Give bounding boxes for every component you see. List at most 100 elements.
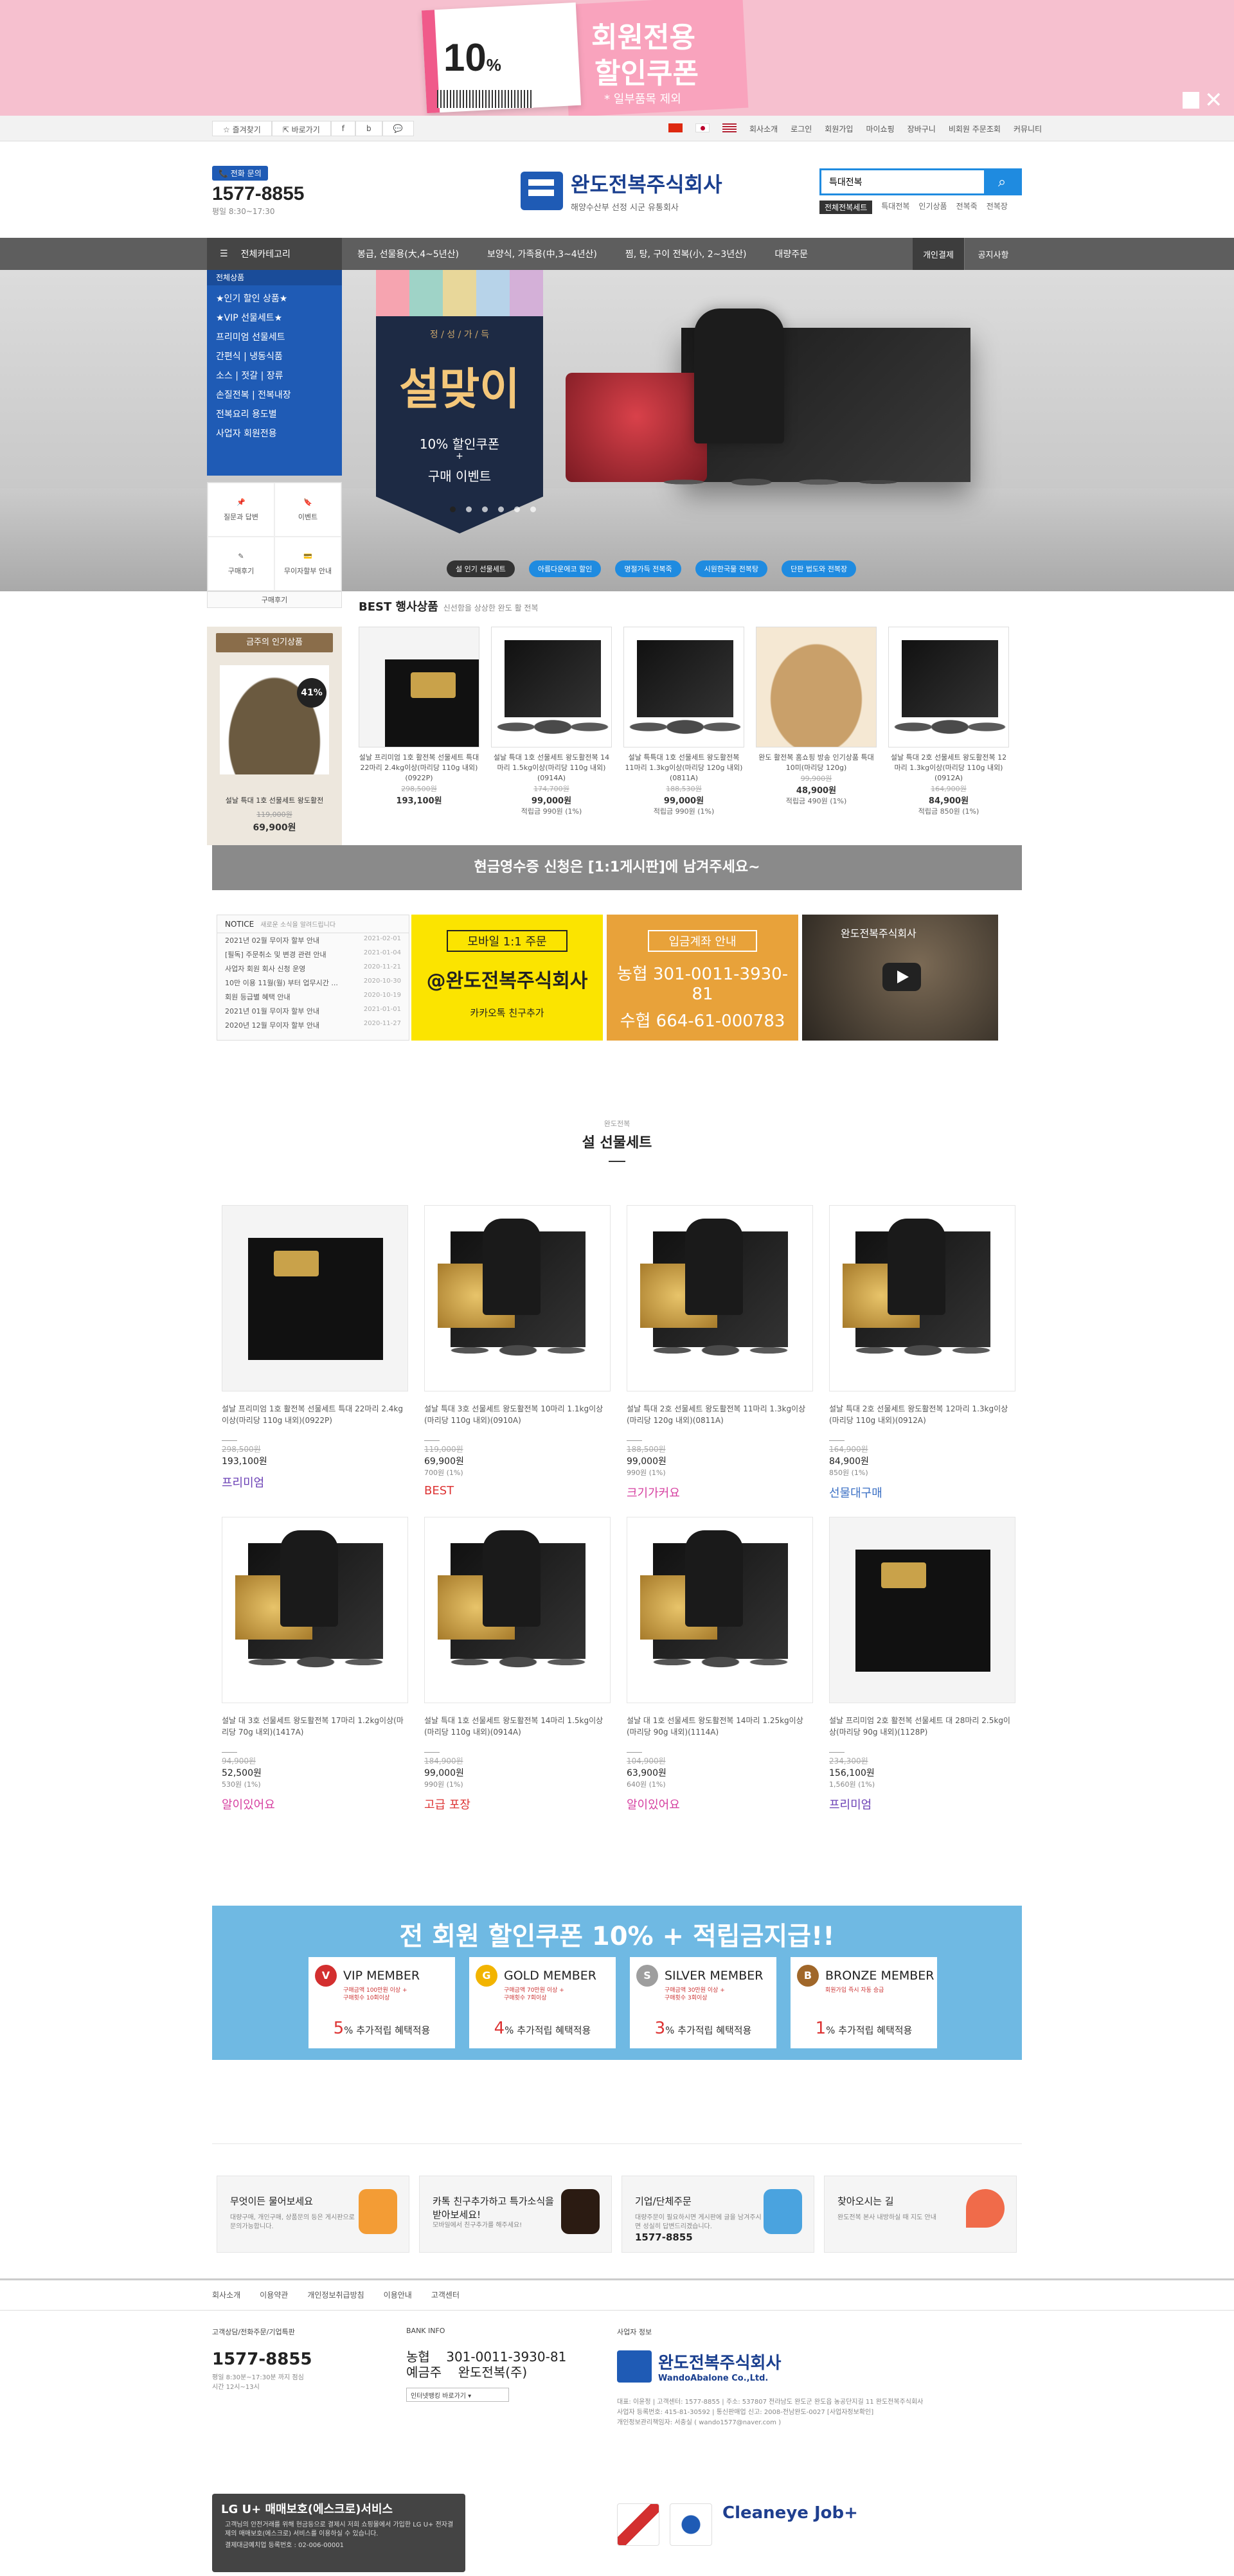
review-link[interactable]: 구매후기 — [207, 591, 342, 608]
side-menu-item[interactable]: 사업자 회원전용 — [216, 424, 333, 443]
hero-tab[interactable]: 명절가득 전복죽 — [615, 560, 681, 577]
product-card[interactable]: 설날 프리미엄 1호 활전복 선물세트 특대 22마리 2.4kg이상(마리당 … — [222, 1205, 408, 1501]
cs-box[interactable]: 기업/단체주문 대량주문이 필요하시면 게시판에 글을 남겨주시면 성실히 답변드… — [621, 2176, 814, 2253]
hero-slider[interactable]: 정 / 성 / 가 / 득 설맞이 10% 할인쿠폰 + 구매 이벤트 설 인기… — [0, 270, 1234, 591]
bank-select[interactable]: 인터넷뱅킹 바로가기 ▾ — [406, 2388, 509, 2402]
cs-box[interactable]: 무엇이든 물어보세요 대량구매, 개인구매, 상품문의 등은 게시판으로 문의가능… — [217, 2176, 409, 2253]
product-card[interactable]: 설날 특대 1호 선물세트 왕도활전복 14마리 1.5kg이상(마리당 110… — [424, 1517, 611, 1812]
all-category-button[interactable]: ☰ 전체카테고리 — [207, 238, 342, 270]
gnb-item[interactable]: 봉급, 선물용(大,4~5년산) — [357, 247, 459, 260]
best-item[interactable]: 설날 특대 2호 선물세트 왕도활전복 12마리 1.3kg이상(마리당 110… — [888, 627, 1009, 816]
personal-payment-button[interactable]: 개인결제 — [913, 238, 964, 270]
grade-desc-line: 구매금액 70만원 이상 + — [504, 1987, 564, 1994]
cs-box[interactable]: 찾아오시는 길 완도전복 본사 내방하실 때 지도 안내 — [824, 2176, 1017, 2253]
promo-banner[interactable]: 10% 회원전용 할인쿠폰 * 일부품목 제외 ✕ — [0, 0, 1234, 116]
keyword[interactable]: 전체전복세트 — [819, 201, 873, 214]
escrow-box[interactable]: LG U+ 매매보호(에스크로)서비스 고객님의 안전거래를 위해 현금등으로 … — [212, 2494, 465, 2572]
product-card[interactable]: 설날 특대 2호 선물세트 왕도활전복 12마리 1.3kg이상(마리당 110… — [829, 1205, 1015, 1501]
japan-flag-icon[interactable] — [695, 123, 710, 132]
search-input[interactable] — [821, 170, 984, 193]
slider-dot[interactable] — [482, 506, 488, 512]
slider-dot[interactable] — [514, 506, 520, 512]
product-card[interactable]: 설날 대 1호 선물세트 왕도활전복 14마리 1.25kg이상(마리당 90g… — [627, 1517, 813, 1812]
side-category: 전체상품 ★인기 할인 상품★ ★VIP 선물세트★ 프리미엄 선물세트 간편식… — [207, 270, 342, 623]
china-flag-icon[interactable] — [668, 123, 683, 132]
shortcut-button[interactable]: ⇱ 바로가기 — [271, 121, 331, 136]
keyword[interactable]: 인기상품 — [918, 201, 947, 214]
gnb-item[interactable]: 찜, 탕, 구이 전복(小, 2~3년산) — [625, 247, 747, 260]
notice-button[interactable]: 공지사항 — [964, 238, 1022, 270]
notice-row[interactable]: 10만 이용 11월(월) 부터 업무시간 ... 2020-10-30 — [217, 976, 409, 990]
link-order-lookup[interactable]: 비회원 주문조회 — [949, 123, 1001, 134]
side-menu-item[interactable]: 손질전복 | 전복내장 — [216, 386, 333, 405]
hide-today-checkbox[interactable] — [1183, 92, 1199, 109]
footer-link[interactable]: 고객센터 — [431, 2289, 460, 2300]
slider-dot[interactable] — [450, 506, 456, 512]
best-item[interactable]: 설날 특대 1호 선물세트 왕도활전복 14마리 1.5kg이상(마리당 110… — [491, 627, 612, 816]
footer-link[interactable]: 이용약관 — [260, 2289, 288, 2300]
member-coupon-banner: 전 회원 할인쿠폰 10% + 적립금지급!! V VIP MEMBER 구매금액 … — [212, 1906, 1022, 2060]
hero-tab[interactable]: 단판 법도와 전복장 — [782, 560, 857, 577]
usa-flag-icon[interactable] — [722, 123, 737, 132]
search-button[interactable]: ⌕ — [984, 170, 1020, 193]
notice-row[interactable]: 2021년 01월 무이자 할부 안내 2021-01-01 — [217, 1004, 409, 1018]
gnb-item[interactable]: 대량주문 — [775, 247, 809, 260]
weekly-hot-item[interactable]: 금주의 인기상품 41% 설날 특대 1호 선물세트 왕도활전 119,000원… — [207, 627, 342, 845]
video-player[interactable]: 완도전복주식회사 — [802, 915, 998, 1041]
kakao-icon[interactable]: 💬 — [382, 121, 414, 136]
cs-box[interactable]: 카톡 친구추가하고 특가소식을 받아보세요! 모바일에서 친구추가를 해주세요! — [419, 2176, 612, 2253]
blog-icon[interactable]: b — [355, 121, 382, 136]
best-item[interactable]: 설날 프리미엄 1호 활전복 선물세트 특대 22마리 2.4kg이상(마리당 … — [359, 627, 479, 816]
notice-row[interactable]: 2021년 02월 무이자 할부 안내 2021-02-01 — [217, 933, 409, 947]
slider-dot[interactable] — [498, 506, 504, 512]
facebook-icon[interactable]: f — [330, 121, 355, 136]
link-myshop[interactable]: 마이쇼핑 — [866, 123, 894, 134]
link-community[interactable]: 커뮤니티 — [1014, 123, 1042, 134]
footer-link[interactable]: 이용안내 — [384, 2289, 412, 2300]
product-card[interactable]: 설날 대 3호 선물세트 왕도활전복 17마리 1.2kg이상(마리당 70g … — [222, 1517, 408, 1812]
close-icon[interactable]: ✕ — [1204, 87, 1223, 113]
side-menu-item[interactable]: ★인기 할인 상품★ — [216, 289, 333, 309]
keyword[interactable]: 특대전복 — [881, 201, 909, 214]
slider-dot[interactable] — [530, 506, 536, 512]
side-menu: 전체상품 ★인기 할인 상품★ ★VIP 선물세트★ 프리미엄 선물세트 간편식… — [207, 270, 342, 476]
keyword[interactable]: 전복장 — [987, 201, 1008, 214]
footer-link[interactable]: 개인정보취급방침 — [307, 2289, 364, 2300]
qna-button[interactable]: 📌 질문과 답변 — [208, 483, 274, 537]
bookmark-button[interactable]: ☆ 즐겨찾기 — [212, 121, 272, 136]
side-menu-item[interactable]: 전복요리 용도별 — [216, 405, 333, 424]
play-icon[interactable] — [882, 963, 921, 991]
review-button[interactable]: ✎ 구매후기 — [208, 537, 274, 591]
notice-row-title: 사업자 회원 회사 신청 운영 — [225, 965, 306, 973]
cash-receipt-notice[interactable]: 현금영수증 신청은 [1:1게시판]에 남겨주세요~ — [212, 845, 1022, 890]
kakao-add-friend: 카카오톡 친구추가 — [470, 1007, 544, 1019]
gnb-item[interactable]: 보양식, 가족용(中,3~4년산) — [487, 247, 597, 260]
side-menu-item[interactable]: ★VIP 선물세트★ — [216, 309, 333, 328]
link-cart[interactable]: 장바구니 — [908, 123, 936, 134]
kakao-order-box[interactable]: 모바일 1:1 주문 @완도전복주식회사 카카오톡 친구추가 — [411, 915, 603, 1041]
keyword[interactable]: 전복죽 — [956, 201, 978, 214]
site-logo[interactable]: 완도전복주식회사 해양수산부 선정 시군 유통회사 — [521, 168, 722, 213]
installment-button[interactable]: 💳 무이자할부 안내 — [274, 537, 341, 591]
hero-tab[interactable]: 아름다운에코 할인 — [528, 560, 602, 577]
link-join[interactable]: 회원가입 — [825, 123, 853, 134]
product-card[interactable]: 설날 특대 3호 선물세트 왕도활전복 10마리 1.1kg이상(마리당 110… — [424, 1205, 611, 1501]
slider-dot[interactable] — [466, 506, 472, 512]
footer-link[interactable]: 회사소개 — [212, 2289, 240, 2300]
hero-tab[interactable]: 시원한국물 전복탕 — [695, 560, 768, 577]
side-menu-item[interactable]: 간편식 | 냉동식품 — [216, 347, 333, 366]
product-card[interactable]: 설날 프리미엄 2호 활전복 선물세트 대 28마리 2.5kg이상(마리당 9… — [829, 1517, 1015, 1812]
notice-row[interactable]: 회원 등급별 혜택 안내 2020-10-19 — [217, 990, 409, 1004]
best-item[interactable]: 설날 특특대 1호 선물세트 왕도활전복 11마리 1.3kg이상(마리당 12… — [623, 627, 744, 816]
notice-row[interactable]: 2020년 12월 무이자 할부 안내 2020-11-27 — [217, 1018, 409, 1032]
link-login[interactable]: 로그인 — [791, 123, 812, 134]
notice-row[interactable]: 사업자 회원 회사 신청 운영 2020-11-21 — [217, 962, 409, 976]
notice-row[interactable]: [필독] 주문취소 및 변경 관련 안내 2021-01-04 — [217, 947, 409, 962]
product-card[interactable]: 설날 특대 2호 선물세트 왕도활전복 11마리 1.3kg이상(마리당 120… — [627, 1205, 813, 1501]
event-button[interactable]: 🔖 이벤트 — [274, 483, 341, 537]
side-menu-item[interactable]: 프리미엄 선물세트 — [216, 328, 333, 347]
best-item[interactable]: 완도 활전복 홈쇼핑 방송 인기상품 특대 10미(마리당 120g) 99,90… — [756, 627, 877, 816]
side-menu-item[interactable]: 소스 | 젓갈 | 장류 — [216, 366, 333, 386]
hero-tab[interactable]: 설 인기 선물세트 — [447, 560, 515, 577]
link-about[interactable]: 회사소개 — [749, 123, 778, 134]
